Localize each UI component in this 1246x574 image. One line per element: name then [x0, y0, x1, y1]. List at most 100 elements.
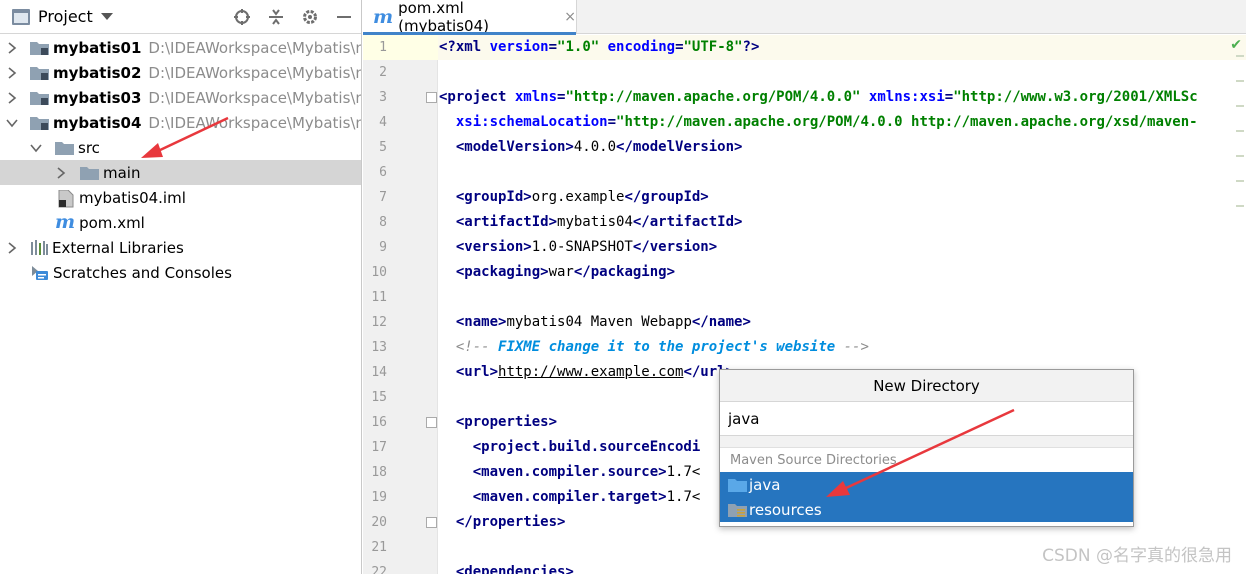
module-path: D:\IDEAWorkspace\Mybatis\my: [148, 113, 362, 132]
line-number: 3: [379, 90, 387, 105]
code-line-18: <maven.compiler.source>1.7<: [472, 464, 701, 480]
suggestion-label: java: [749, 475, 781, 494]
chevron-right-icon[interactable]: [6, 241, 18, 254]
code-line-16: <properties>: [455, 414, 558, 430]
close-icon[interactable]: ×: [564, 9, 576, 25]
fold-marker-icon[interactable]: [426, 417, 437, 428]
project-header: Project: [0, 0, 361, 34]
line-number: 1: [379, 40, 387, 55]
code-line-9: <version>1.0-SNAPSHOT</version>: [455, 239, 718, 255]
popup-title: New Directory: [720, 370, 1133, 402]
scrollbar-markers[interactable]: [1236, 55, 1244, 230]
module-name: mybatis02: [53, 63, 142, 82]
line-number: 17: [371, 440, 387, 455]
code-line-22: <dependencies>: [455, 564, 574, 574]
line-number: 18: [371, 465, 387, 480]
code-line-12: <name>mybatis04 Maven Webapp</name>: [455, 314, 751, 330]
code-line-4: xsi:schemaLocation="http://maven.apache.…: [455, 114, 1198, 130]
line-number: 8: [379, 215, 387, 230]
suggestion-group-label: Maven Source Directories: [730, 453, 897, 468]
module-name: mybatis01: [53, 38, 142, 57]
line-number: 19: [371, 490, 387, 505]
tree-item-pom[interactable]: m pom.xml: [0, 210, 361, 235]
code-line-13: <!-- FIXME change it to the project's we…: [439, 339, 869, 355]
gear-icon[interactable]: [301, 8, 319, 26]
tree-item-mybatis02[interactable]: mybatis02 D:\IDEAWorkspace\Mybatis\my: [0, 60, 361, 85]
line-number: 16: [371, 415, 387, 430]
project-tree: mybatis01 D:\IDEAWorkspace\Mybatis\my my…: [0, 34, 361, 285]
module-folder-icon: [30, 40, 49, 55]
module-path: D:\IDEAWorkspace\Mybatis\my: [148, 63, 362, 82]
line-number: 2: [379, 65, 387, 80]
directory-name-input[interactable]: [720, 402, 1133, 436]
maven-file-icon: m: [373, 5, 394, 28]
collapse-all-icon[interactable]: [267, 8, 285, 26]
fold-marker-icon[interactable]: [426, 92, 437, 103]
source-folder-icon: [728, 477, 747, 492]
folder-icon: [80, 165, 99, 180]
suggestion-label: resources: [749, 500, 822, 519]
tree-item-scratches[interactable]: Scratches and Consoles: [0, 260, 361, 285]
iml-file-icon: [58, 190, 74, 208]
line-number: 6: [379, 165, 387, 180]
inspection-ok-icon[interactable]: ✔: [1230, 37, 1242, 53]
tree-item-mybatis03[interactable]: mybatis03 D:\IDEAWorkspace\Mybatis\my: [0, 85, 361, 110]
tree-item-external-libraries[interactable]: External Libraries: [0, 235, 361, 260]
tree-item-main[interactable]: main: [0, 160, 361, 185]
line-number: 12: [371, 315, 387, 330]
line-number: 4: [379, 115, 387, 130]
code-line-7: <groupId>org.example</groupId>: [455, 189, 709, 205]
code-line-10: <packaging>war</packaging>: [455, 264, 676, 280]
minimize-icon[interactable]: [335, 8, 353, 26]
code-line-5: <modelVersion>4.0.0</modelVersion>: [455, 139, 743, 155]
chevron-right-icon[interactable]: [55, 166, 67, 179]
tree-item-mybatis04[interactable]: mybatis04 D:\IDEAWorkspace\Mybatis\my: [0, 110, 361, 135]
chevron-down-icon[interactable]: [30, 142, 42, 154]
tree-item-mybatis01[interactable]: mybatis01 D:\IDEAWorkspace\Mybatis\my: [0, 35, 361, 60]
chevron-right-icon[interactable]: [6, 66, 18, 79]
code-line-14: <url>http://www.example.com</url>: [455, 364, 735, 380]
line-number: 9: [379, 240, 387, 255]
tree-item-iml[interactable]: mybatis04.iml: [0, 185, 361, 210]
new-directory-popup: New Directory Maven Source Directories j…: [719, 369, 1134, 527]
line-number: 13: [371, 340, 387, 355]
folder-name: src: [78, 138, 100, 157]
line-number: 21: [371, 540, 387, 555]
resources-folder-icon: [728, 502, 747, 517]
line-number: 7: [379, 190, 387, 205]
code-line-17: <project.build.sourceEncodi: [472, 439, 701, 455]
code-line-19: <maven.compiler.target>1.7<: [472, 489, 701, 505]
folder-name: main: [103, 163, 141, 182]
tab-pom-xml[interactable]: m pom.xml (mybatis04) ×: [363, 0, 577, 35]
line-number: 14: [371, 365, 387, 380]
library-icon: [30, 240, 49, 255]
project-view-dropdown-icon[interactable]: [100, 13, 113, 20]
fold-marker-icon[interactable]: [426, 517, 437, 528]
code-line-3: <project xmlns="http://maven.apache.org/…: [439, 89, 1198, 105]
file-name: pom.xml: [79, 213, 145, 232]
tab-label: pom.xml (mybatis04): [398, 0, 489, 35]
module-folder-icon: [30, 65, 49, 80]
url-link[interactable]: http://www.example.com: [498, 364, 683, 380]
module-path: D:\IDEAWorkspace\Mybatis\my: [148, 88, 362, 107]
module-folder-icon: [30, 90, 49, 105]
chevron-right-icon[interactable]: [6, 41, 18, 54]
line-number: 10: [371, 265, 387, 280]
editor-tab-bar: m pom.xml (mybatis04) ×: [363, 0, 1246, 35]
suggestion-resources[interactable]: resources: [720, 497, 1133, 522]
locate-icon[interactable]: [233, 8, 251, 26]
code-line-8: <artifactId>mybatis04</artifactId>: [455, 214, 743, 230]
project-view-title[interactable]: Project: [38, 7, 93, 26]
project-view-icon: [12, 8, 30, 25]
chevron-down-icon[interactable]: [6, 117, 18, 129]
line-number: 20: [371, 515, 387, 530]
file-name: mybatis04.iml: [79, 188, 186, 207]
code-line-1: <?xml version="1.0" encoding="UTF-8"?>: [439, 39, 760, 55]
suggestion-java[interactable]: java: [720, 472, 1133, 497]
module-name: mybatis04: [53, 113, 142, 132]
chevron-right-icon[interactable]: [6, 91, 18, 104]
code-line-20: </properties>: [455, 514, 566, 530]
line-number: 15: [371, 390, 387, 405]
tree-label: External Libraries: [52, 238, 184, 257]
tree-item-src[interactable]: src: [0, 135, 361, 160]
